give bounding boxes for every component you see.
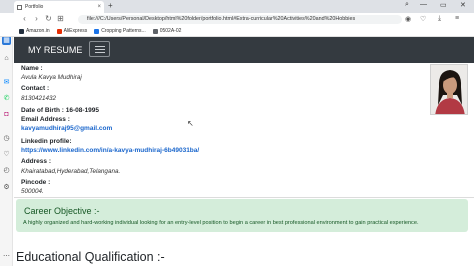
url-field[interactable]: file:///C:/Users/Personal/Desktop/html%2… [78, 15, 402, 24]
mouse-cursor-icon: ↖ [187, 119, 194, 128]
tab-bar: Portfolio × + ⌕ — ▭ ✕ [0, 0, 474, 13]
back-icon[interactable]: ‹ [19, 14, 30, 23]
amazon-icon [19, 28, 24, 34]
career-objective-title: Career Objective :- [24, 206, 100, 216]
search-tabs-icon[interactable]: ⌕ [405, 1, 409, 9]
bookmarks-bar: Amazon.in AliExpress Cropping Patterns..… [0, 26, 474, 37]
maximize-icon[interactable]: ▭ [440, 1, 447, 9]
tabs-grid-icon[interactable]: ⊞ [55, 14, 66, 23]
history-icon[interactable]: ◷ [2, 134, 11, 143]
name-value: Avula Kavya Mudhiraj [21, 74, 82, 81]
minimize-icon[interactable]: — [420, 1, 427, 8]
bookmarks-icon[interactable]: ♡ [2, 150, 11, 159]
address-bar-row: ‹ › ↻ ⊞ file:///C:/Users/Personal/Deskto… [0, 13, 474, 26]
document-icon [152, 28, 158, 34]
profile-photo [430, 64, 468, 115]
home-icon[interactable]: ⌂ [2, 54, 11, 63]
brand-link[interactable]: MY RESUME [28, 45, 82, 55]
linkedin-link[interactable]: https://www.linkedin.com/in/a-kavya-mudh… [21, 147, 199, 154]
close-window-icon[interactable]: ✕ [460, 1, 466, 9]
forward-icon[interactable]: › [31, 14, 42, 23]
google-icon [94, 28, 100, 34]
tab-portfolio[interactable]: Portfolio × [14, 1, 104, 13]
navbar-toggler-button[interactable] [89, 41, 110, 57]
bookmark-0502a[interactable]: 0502A-02 [152, 28, 181, 34]
name-label: Name : [21, 65, 43, 72]
download-icon[interactable]: ⤓ [438, 15, 441, 23]
instagram-icon[interactable]: ◘ [2, 110, 11, 119]
email-link[interactable]: kavyamudhiraj95@gmail.com [21, 125, 112, 132]
new-tab-button[interactable]: + [108, 1, 113, 10]
close-tab-icon[interactable]: × [97, 4, 101, 10]
pincode-label: Pincode : [21, 179, 51, 186]
tab-title: Portfolio [25, 4, 44, 10]
whatsapp-icon[interactable]: ✆ [2, 94, 11, 103]
contact-value: 8130421432 [21, 95, 57, 102]
contact-label: Contact : [21, 85, 50, 92]
education-heading: Educational Qualification :- [16, 250, 165, 264]
section-divider [14, 197, 474, 198]
messenger-icon[interactable]: ✉ [2, 78, 11, 87]
camera-icon[interactable]: ◉ [405, 15, 411, 23]
bookmark-cropping-patterns[interactable]: Cropping Patterns... [94, 28, 146, 34]
aliexpress-icon [56, 28, 62, 34]
bookmark-aliexpress[interactable]: AliExpress [56, 28, 87, 34]
linkedin-label: Linkedin profile: [21, 138, 72, 145]
menu-icon[interactable]: ≡ [455, 15, 459, 22]
email-label: Email Address : [21, 116, 70, 123]
reload-icon[interactable]: ↻ [43, 14, 54, 23]
pincode-value: 500004. [21, 188, 44, 195]
dob-label: Date of Birth : 16-08-1995 [21, 107, 100, 114]
career-objective-section: Career Objective :- A highly organized a… [16, 199, 468, 232]
browser-sidebar: O ▦ ⌂ ✉ ✆ ◘ ◷ ♡ ◴ ⚙ ⋯ [0, 0, 13, 266]
address-value: Khairatabad,Hyderabad,Telangana. [21, 168, 121, 175]
page-icon [17, 4, 22, 10]
speed-dial-icon[interactable]: ▦ [2, 36, 11, 45]
address-label: Address : [21, 158, 51, 165]
site-navbar: MY RESUME [14, 37, 474, 63]
heart-icon[interactable]: ♡ [420, 15, 426, 23]
bookmark-amazon[interactable]: Amazon.in [19, 28, 50, 34]
clock-icon[interactable]: ◴ [2, 166, 11, 175]
career-objective-text: A highly organized and hard-working indi… [23, 220, 419, 226]
more-icon[interactable]: ⋯ [2, 252, 11, 261]
settings-icon[interactable]: ⚙ [2, 183, 11, 192]
